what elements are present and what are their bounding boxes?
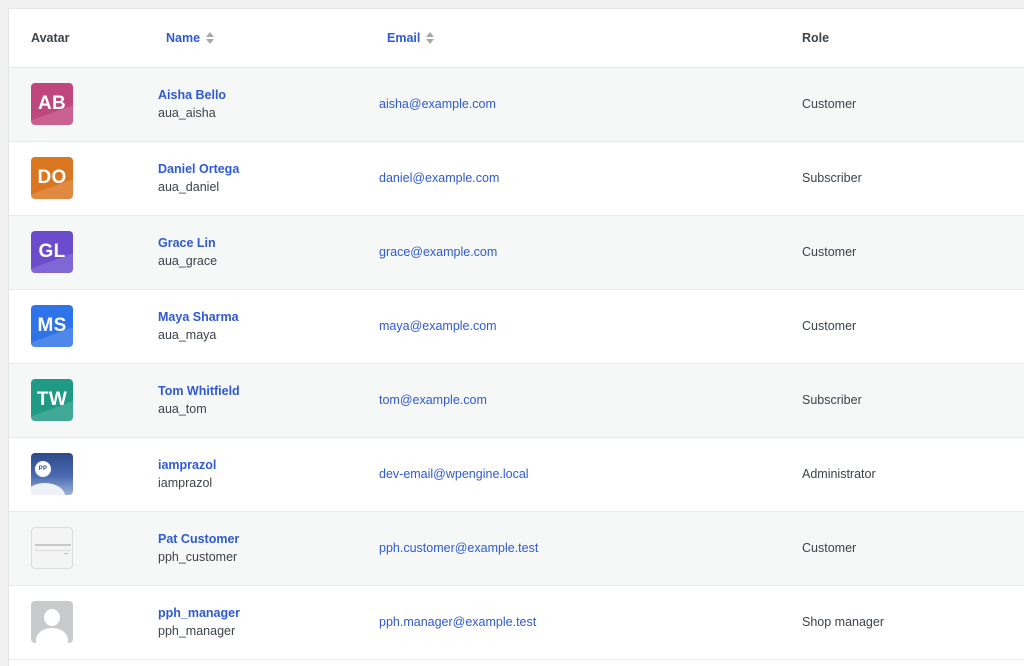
email-link[interactable]: grace@example.com bbox=[379, 245, 497, 259]
table-row: GL Grace Lin aua_grace grace@example.com … bbox=[9, 215, 1024, 289]
email-link[interactable]: daniel@example.com bbox=[379, 171, 499, 185]
user-role: Subscriber bbox=[802, 171, 862, 185]
avatar-badge: PP bbox=[35, 461, 51, 477]
user-name-link[interactable]: pph_manager bbox=[158, 606, 365, 620]
table-row: pph_manager pph_manager pph.manager@examp… bbox=[9, 585, 1024, 659]
email-link[interactable]: tom@example.com bbox=[379, 393, 487, 407]
user-role: Customer bbox=[802, 319, 857, 333]
users-table-panel: Avatar Name Email Role AB Aisha Bello au… bbox=[8, 8, 1024, 666]
email-link[interactable]: pph.customer@example.test bbox=[379, 541, 538, 555]
avatar-initials: AB bbox=[37, 93, 67, 114]
avatar-initials: TW bbox=[36, 389, 68, 410]
avatar: MS bbox=[31, 305, 73, 347]
avatar-initials: MS bbox=[37, 315, 67, 336]
table-row: MS Maya Sharma aua_maya maya@example.com … bbox=[9, 289, 1024, 363]
table-row: AB Aisha Bello aua_aisha aisha@example.co… bbox=[9, 67, 1024, 141]
default-avatar-icon bbox=[31, 601, 73, 643]
email-column-header[interactable]: Email bbox=[365, 9, 786, 68]
avatar: AB bbox=[31, 83, 73, 125]
user-role: Subscriber bbox=[802, 393, 862, 407]
avatar-initials: GL bbox=[38, 241, 66, 262]
user-login: aua_aisha bbox=[158, 106, 216, 120]
name-column-header[interactable]: Name bbox=[144, 9, 365, 68]
sort-by-email-link[interactable]: Email bbox=[387, 30, 435, 45]
avatar: GL bbox=[31, 231, 73, 273]
avatar bbox=[31, 527, 73, 569]
email-link[interactable]: dev-email@wpengine.local bbox=[379, 467, 529, 481]
user-name-link[interactable]: Aisha Bello bbox=[158, 88, 365, 102]
user-name-link[interactable]: Grace Lin bbox=[158, 236, 365, 250]
avatar: DO bbox=[31, 157, 73, 199]
user-name-link[interactable]: Pat Customer bbox=[158, 532, 365, 546]
email-header-label: Email bbox=[387, 30, 421, 45]
table-row: TW Tom Whitfield aua_tom tom@example.com … bbox=[9, 363, 1024, 437]
user-role: Customer bbox=[802, 541, 857, 555]
table-row: Pat Customer pph_customer pph.customer@ex… bbox=[9, 511, 1024, 585]
role-column-header: Role bbox=[786, 9, 1024, 68]
avatar-initials: DO bbox=[37, 167, 67, 188]
table-row: DO Daniel Ortega aua_daniel daniel@exampl… bbox=[9, 141, 1024, 215]
user-login: pph_manager bbox=[158, 624, 236, 638]
user-login: iamprazol bbox=[158, 476, 213, 490]
user-role: Administrator bbox=[802, 467, 876, 481]
user-name-link[interactable]: Daniel Ortega bbox=[158, 162, 365, 176]
user-name-link[interactable]: Tom Whitfield bbox=[158, 384, 365, 398]
name-header-label: Name bbox=[166, 30, 201, 45]
email-link[interactable]: pph.manager@example.test bbox=[379, 615, 536, 629]
avatar: PP bbox=[31, 453, 73, 495]
user-login: aua_maya bbox=[158, 328, 217, 342]
user-login: pph_customer bbox=[158, 550, 238, 564]
sort-arrows-icon bbox=[206, 31, 215, 44]
user-login: aua_daniel bbox=[158, 180, 220, 194]
user-role: Customer bbox=[802, 245, 857, 259]
user-role: Customer bbox=[802, 97, 857, 111]
sort-arrows-icon bbox=[426, 31, 435, 44]
user-name-link[interactable]: iamprazol bbox=[158, 458, 365, 472]
avatar: TW bbox=[31, 379, 73, 421]
email-link[interactable]: maya@example.com bbox=[379, 319, 497, 333]
email-link[interactable]: aisha@example.com bbox=[379, 97, 496, 111]
table-header-row: Avatar Name Email Role bbox=[9, 9, 1024, 68]
user-login: aua_grace bbox=[158, 254, 218, 268]
user-role: Shop manager bbox=[802, 615, 885, 629]
table-row: PP iamprazol iamprazol dev-email@wpengine… bbox=[9, 437, 1024, 511]
avatar-column-header: Avatar bbox=[9, 9, 144, 68]
user-login: aua_tom bbox=[158, 402, 207, 416]
user-name-link[interactable]: Maya Sharma bbox=[158, 310, 365, 324]
users-table: Avatar Name Email Role AB Aisha Bello au… bbox=[9, 9, 1024, 660]
sort-by-name-link[interactable]: Name bbox=[166, 30, 215, 45]
